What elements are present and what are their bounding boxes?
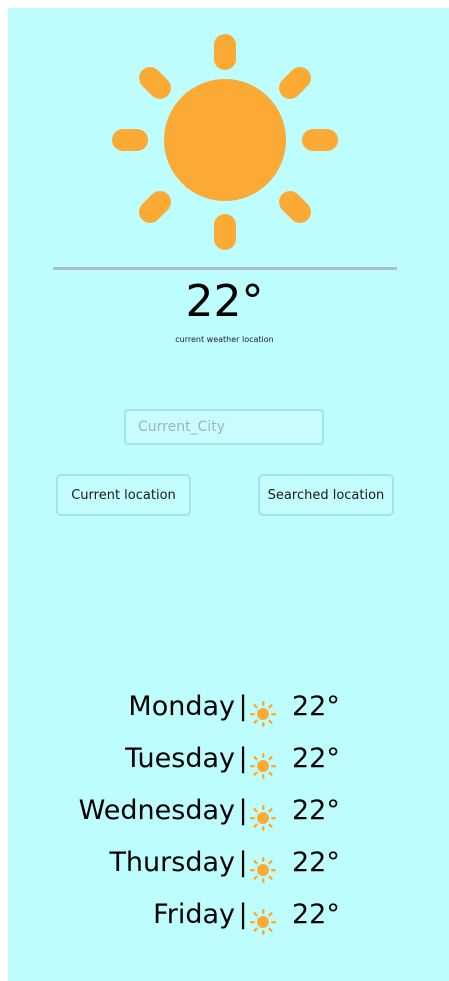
- forecast-day-name: Friday: [153, 899, 235, 930]
- forecast-temperature: 22°: [292, 795, 340, 826]
- current-location-label: current weather location: [175, 335, 274, 344]
- searched-location-button[interactable]: Searched location: [258, 474, 394, 516]
- forecast-separator: |: [238, 795, 248, 826]
- forecast-day-name: Tuesday: [125, 743, 235, 774]
- sun-icon: [250, 746, 276, 779]
- current-temperature: 22°: [185, 276, 264, 327]
- sun-icon: [250, 798, 276, 831]
- forecast-temperature: 22°: [292, 743, 340, 774]
- forecast-day-name: Thursday: [109, 847, 235, 878]
- forecast-temperature: 22°: [292, 899, 340, 930]
- forecast-row-wednesday: Wednesday | 22°: [0, 786, 449, 836]
- sun-icon: [250, 850, 276, 883]
- forecast-temperature: 22°: [292, 847, 340, 878]
- sun-icon: [250, 694, 276, 727]
- forecast-temperature: 22°: [292, 691, 340, 722]
- current-location-button[interactable]: Current location: [56, 474, 191, 516]
- forecast-day-name: Monday: [128, 691, 235, 722]
- forecast-separator: |: [238, 847, 248, 878]
- forecast-separator: |: [238, 691, 248, 722]
- forecast-row-tuesday: Tuesday | 22°: [0, 734, 449, 784]
- forecast-row-thursday: Thursday | 22°: [0, 838, 449, 888]
- divider: [53, 267, 397, 270]
- city-search-input[interactable]: [124, 409, 324, 445]
- forecast-row-friday: Friday | 22°: [0, 890, 449, 940]
- forecast-separator: |: [238, 743, 248, 774]
- forecast-separator: |: [238, 899, 248, 930]
- sun-icon: [110, 32, 340, 262]
- forecast-day-name: Wednesday: [78, 795, 235, 826]
- sun-icon: [250, 902, 276, 935]
- forecast-row-monday: Monday | 22°: [0, 682, 449, 732]
